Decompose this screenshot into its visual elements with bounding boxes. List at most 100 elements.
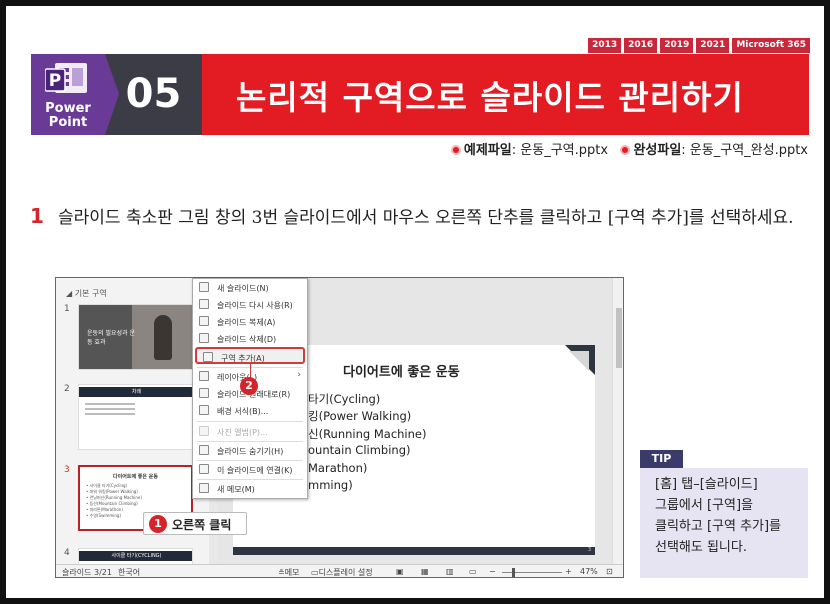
slide-page-number: 3: [587, 547, 591, 553]
right-click-callout: 1 오른쪽 클릭: [143, 512, 247, 535]
slide-bullet: 신(Running Machine): [308, 427, 427, 441]
zoom-out-icon[interactable]: −: [489, 567, 496, 576]
svg-text:P: P: [49, 71, 61, 91]
slide-count-status: 슬라이드 3/21: [62, 568, 112, 577]
thumb-title: 차례: [79, 387, 192, 397]
slide-scrollbar[interactable]: [612, 278, 623, 564]
menu-item-new-slide[interactable]: 새 슬라이드(N): [193, 279, 307, 296]
display-icon: ▭: [311, 568, 319, 577]
version-badge: 2021: [696, 38, 730, 53]
slide-number: 2: [64, 384, 70, 394]
photo-album-icon: [199, 426, 209, 436]
slide-footer-bar: 3: [233, 547, 595, 555]
reset-slide-icon: [199, 388, 209, 398]
delete-slide-icon: [199, 333, 209, 343]
version-badge: 2019: [660, 38, 694, 53]
language-status[interactable]: 한국어: [118, 567, 140, 577]
thumb-line: • 수영(Swimming): [86, 513, 122, 518]
slide-thumbnail-2[interactable]: 차례: [78, 384, 193, 450]
slide-thumbnail-1[interactable]: 운동의 필요성과 운동 효과: [78, 304, 193, 370]
menu-item-link-to-slide[interactable]: 이 슬라이드에 연결(K): [193, 461, 307, 478]
slide-bullet: 킹(Power Walking): [308, 409, 412, 423]
comment-icon: [199, 483, 209, 493]
menu-item-photo-album: 사진 앨범(P)...: [193, 423, 307, 440]
bullet-icon: [450, 145, 461, 155]
menu-item-format-background[interactable]: 배경 서식(B)...: [193, 402, 307, 419]
chapter-number: 05: [105, 54, 202, 135]
new-slide-icon: [199, 282, 209, 292]
zoom-slider[interactable]: [502, 572, 562, 573]
version-badge: Microsoft 365: [732, 38, 810, 53]
thumb-line: [85, 413, 135, 415]
menu-item-label: 이 슬라이드에 연결(K): [217, 466, 293, 475]
duplicate-slide-icon: [199, 316, 209, 326]
menu-item-label: 구역 추가(A): [221, 354, 265, 363]
step-number: 1: [30, 204, 44, 228]
tip-text: [홈] 탭–[슬라이드] 그룹에서 [구역]을 클릭하고 [구역 추가]를 선택…: [655, 477, 782, 555]
callout-label: 오른쪽 클릭: [172, 518, 232, 532]
menu-item-duplicate-slide[interactable]: 슬라이드 복제(A): [193, 313, 307, 330]
normal-view-icon[interactable]: ▣: [396, 567, 404, 576]
logo-text-point: Point: [48, 115, 88, 130]
version-badge: 2013: [588, 38, 622, 53]
bullet-icon: [620, 145, 631, 155]
link-icon: [199, 464, 209, 474]
slide-bullet: ountain Climbing): [308, 443, 411, 457]
example-file-label: 예제파일: [463, 143, 512, 158]
add-section-icon: [203, 352, 213, 362]
thumb-title: 운동의 필요성과 운동 효과: [87, 330, 135, 346]
powerpoint-file-icon: P: [45, 63, 87, 93]
menu-item-label: 슬라이드 삭제(D): [217, 335, 277, 344]
step-instruction: 슬라이드 축소판 그림 창의 3번 슬라이드에서 마우스 오른쪽 단추를 클릭하…: [58, 208, 794, 228]
practice-files: 예제파일: 운동_구역.pptx 완성파일: 운동_구역_완성.pptx: [450, 139, 808, 158]
slide-bullet: Marathon): [308, 461, 368, 475]
zoom-in-icon[interactable]: +: [565, 567, 572, 576]
chevron-right-icon: ›: [297, 370, 301, 380]
menu-item-label: 배경 서식(B)...: [217, 407, 269, 416]
powerpoint-logo: P Power Point: [31, 54, 105, 135]
step-badge-1: 1: [149, 515, 167, 533]
menu-item-new-comment[interactable]: 새 메모(M): [193, 480, 307, 497]
menu-item-label: 슬라이드 숨기기(H): [217, 447, 284, 456]
step-badge-2: 2: [240, 377, 258, 395]
thumb-title: 다이어트에 좋은 운동: [113, 474, 158, 480]
thumb-title: 사이클 타기(CYCLING): [79, 551, 192, 561]
notes-button[interactable]: ≗메모: [278, 567, 299, 577]
zoom-slider-handle[interactable]: [512, 568, 515, 577]
version-badges: 2013 2016 2019 2021 Microsoft 365: [588, 38, 810, 53]
menu-separator: [197, 421, 303, 422]
fit-slide-icon[interactable]: ⊡: [606, 567, 613, 576]
display-settings-button[interactable]: ▭디스플레이 설정: [311, 567, 373, 577]
menu-item-hide-slide[interactable]: 슬라이드 숨기기(H): [193, 442, 307, 459]
version-badge: 2016: [624, 38, 658, 53]
slide-number: 1: [64, 304, 70, 314]
reading-view-icon[interactable]: ▥: [446, 567, 454, 576]
menu-item-delete-slide[interactable]: 슬라이드 삭제(D): [193, 330, 307, 347]
tip-tag: TIP: [640, 450, 683, 468]
format-background-icon: [199, 405, 209, 415]
slide-corner-decoration: [569, 351, 589, 371]
menu-item-label: 사진 앨범(P)...: [217, 428, 268, 437]
section-label[interactable]: ◢ 기본 구역: [66, 288, 107, 299]
slideshow-icon[interactable]: ▭: [469, 567, 477, 576]
complete-file-label: 완성파일: [633, 143, 682, 158]
example-file-name: : 운동_구역.pptx: [511, 143, 609, 158]
logo-text-power: Power: [45, 101, 91, 116]
page-title: 논리적 구역으로 슬라이드 관리하기: [236, 78, 744, 117]
reuse-slides-icon: [199, 299, 209, 309]
menu-item-label: 슬라이드 다시 사용(R): [217, 301, 293, 310]
layout-icon: [199, 371, 209, 381]
zoom-level[interactable]: 47%: [580, 567, 598, 576]
menu-item-label: 슬라이드 복제(A): [217, 318, 276, 327]
menu-item-label: 새 슬라이드(N): [217, 284, 269, 293]
status-bar: 슬라이드 3/21 한국어 ≗메모 ▭디스플레이 설정 ▣ ▦ ▥ ▭ − + …: [56, 564, 623, 577]
powerpoint-screenshot: ◢ 기본 구역 1 운동의 필요성과 운동 효과 2 차례 3 다이어트에 좋은…: [55, 277, 624, 578]
display-settings-label: 디스플레이 설정: [318, 568, 373, 577]
thumb-line: [85, 403, 135, 405]
slide-bullet: 타기(Cycling): [308, 392, 381, 406]
tip-box: [홈] 탭–[슬라이드] 그룹에서 [구역]을 클릭하고 [구역 추가]를 선택…: [640, 468, 808, 578]
fitness-photo: [132, 305, 192, 369]
menu-item-reuse-slides[interactable]: 슬라이드 다시 사용(R): [193, 296, 307, 313]
hide-slide-icon: [199, 445, 209, 455]
slide-sorter-icon[interactable]: ▦: [421, 567, 429, 576]
